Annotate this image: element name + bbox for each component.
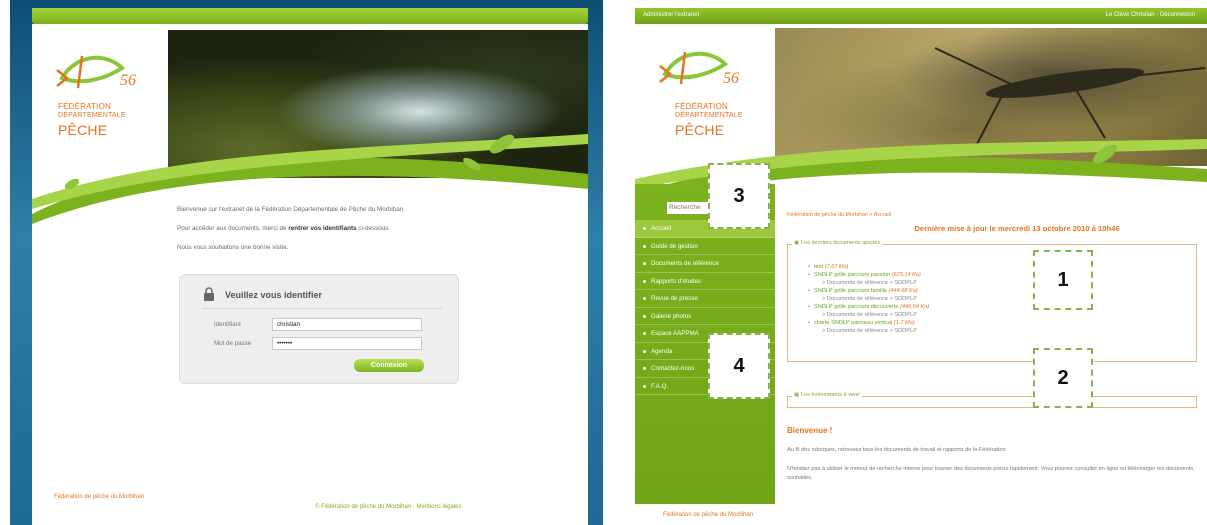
- login-screenshot: 56 FÉDÉRATION DÉPARTEMENTALE PÊCHE Bienv…: [10, 0, 603, 525]
- search-input[interactable]: Recherche: [667, 202, 712, 214]
- document-size: (446.04 Ko): [900, 304, 930, 310]
- divider: [202, 308, 442, 309]
- username-input[interactable]: christian: [272, 318, 422, 331]
- connexion-button[interactable]: Connexion: [354, 359, 424, 372]
- footer-site-name[interactable]: Fédération de pêche du Morbihan: [54, 494, 144, 500]
- intro-welcome: Bienvenue sur l'extranet de la Fédératio…: [177, 206, 406, 213]
- top-bar: [32, 8, 588, 24]
- logo-line-1: FÉDÉRATION: [675, 102, 728, 111]
- marker-1: 1: [1033, 250, 1093, 310]
- calendar-icon: ▦: [794, 392, 801, 398]
- last-update-title: Dernière mise à jour le mercredi 13 octo…: [914, 224, 1120, 233]
- document-list: test (7.67 Mo) SNDLP grille parcours pas…: [808, 263, 929, 335]
- welcome-paragraph-2: N'hésitez pas à utiliser le moteur de re…: [787, 466, 1194, 481]
- document-item[interactable]: SNDLP grille parcours passion (625.14 Ko…: [808, 271, 929, 287]
- extranet-screenshot: Administrer l'extranet Le Clève Christia…: [613, 0, 1207, 525]
- menu-item-guide-gestion[interactable]: Guide de gestion: [635, 238, 775, 255]
- document-size: (1.7 Mo): [893, 320, 915, 326]
- latest-documents-box: ▣ Les derniers documents ajoutés test (7…: [787, 240, 1197, 362]
- upcoming-events-box: ▦ Les événements à venir: [787, 392, 1197, 408]
- folder-icon: ▣: [794, 240, 801, 246]
- menu-item-revue-presse[interactable]: Revue de presse: [635, 290, 775, 308]
- document-item[interactable]: SNDLP grille parcours famille (444.68 Ko…: [808, 287, 929, 303]
- lock-icon: [204, 287, 214, 301]
- login-form: Veuillez vous identifier Identifiant chr…: [179, 274, 459, 384]
- document-path[interactable]: > Documents de référence > SDDPLP: [814, 295, 929, 303]
- document-size: (625.14 Ko): [891, 272, 921, 278]
- intro-text: Bienvenue sur l'extranet de la Fédératio…: [177, 200, 557, 257]
- logo-number: 56: [723, 70, 739, 87]
- document-item[interactable]: charte SNDLP panneau vertical (1.7 Mo)> …: [808, 319, 929, 335]
- logout-link[interactable]: Le Clève Christian - Déconnexion: [1106, 12, 1195, 18]
- login-page: 56 FÉDÉRATION DÉPARTEMENTALE PÊCHE Bienv…: [32, 24, 588, 525]
- footer-site-name[interactable]: Fédération de pêche du Morbihan: [663, 512, 753, 518]
- marker-3: 3: [708, 163, 770, 229]
- menu-item-rapports-etudes[interactable]: Rapports d'études: [635, 273, 775, 290]
- document-size: (7.67 Mo): [824, 264, 849, 270]
- intro-access-bold: rentrer vos identifiants: [288, 225, 357, 232]
- admin-bar: Administrer l'extranet Le Clève Christia…: [635, 8, 1207, 24]
- password-input[interactable]: •••••••: [272, 337, 422, 350]
- intro-wish: Nous vous souhaitons une bonne visite.: [177, 244, 289, 251]
- password-label: Mot de passe: [214, 340, 252, 347]
- welcome-title: Bienvenue !: [787, 426, 833, 435]
- footer-legal[interactable]: © Fédération de pêche du Morbihan - Ment…: [315, 504, 462, 510]
- extranet-page: 56 FÉDÉRATION DÉPARTEMENTALE PÊCHE Reche…: [635, 24, 1207, 525]
- admin-extranet-link[interactable]: Administrer l'extranet: [643, 12, 699, 18]
- document-name[interactable]: charte SNDLP panneau vertical: [814, 320, 892, 326]
- document-name[interactable]: test: [814, 264, 823, 270]
- document-item[interactable]: test (7.67 Mo): [808, 263, 929, 271]
- document-item[interactable]: SNDLP grille parcours découverte (446.04…: [808, 303, 929, 319]
- logo-line-2: DÉPARTEMENTALE: [675, 112, 743, 119]
- login-title: Veuillez vous identifier: [225, 290, 323, 300]
- intro-access: Pour accéder aux documents, merci de ren…: [177, 219, 557, 238]
- username-label: Identifiant: [214, 321, 241, 328]
- document-path[interactable]: > Documents de référence > SDDPLP: [814, 327, 929, 335]
- upcoming-events-legend: ▦ Les événements à venir: [792, 392, 863, 398]
- document-path[interactable]: > Documents de référence > SDDPLP: [814, 279, 929, 287]
- marker-2: 2: [1033, 348, 1093, 408]
- latest-documents-legend: ▣ Les derniers documents ajoutés: [792, 240, 883, 246]
- logo-line-1: FÉDÉRATION: [58, 102, 111, 111]
- welcome-paragraph-1: Au fil des rubriques, retrouvez tous les…: [787, 447, 1008, 453]
- upcoming-events-legend-text: Les événements à venir: [800, 392, 861, 398]
- document-size: (444.68 Ko): [888, 288, 918, 294]
- document-name[interactable]: SNDLP grille parcours découverte: [814, 304, 898, 310]
- marker-4: 4: [708, 333, 770, 399]
- intro-access-suffix: ci-dessous.: [356, 225, 391, 232]
- menu-item-documents-reference[interactable]: Documents de référence: [635, 255, 775, 273]
- document-name[interactable]: SNDLP grille parcours passion: [814, 272, 890, 278]
- intro-access-prefix: Pour accéder aux documents, merci de: [177, 225, 289, 232]
- latest-documents-legend-text: Les derniers documents ajoutés: [800, 240, 881, 246]
- menu-item-galerie-photos[interactable]: Galerie photos: [635, 308, 775, 325]
- document-name[interactable]: SNDLP grille parcours famille: [814, 288, 887, 294]
- breadcrumb[interactable]: Fédération de pêche du Morbihan > Accuei…: [787, 212, 891, 218]
- logo-number: 56: [120, 72, 136, 89]
- document-path[interactable]: > Documents de référence > SDDPLP: [814, 311, 929, 319]
